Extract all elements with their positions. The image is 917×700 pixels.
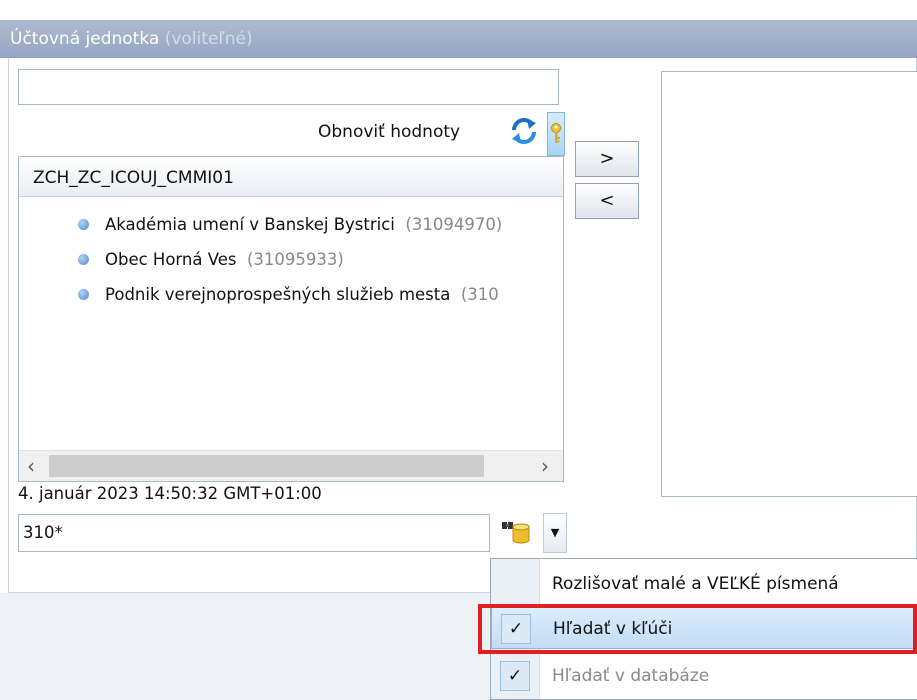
scroll-right-icon[interactable]: › — [541, 453, 549, 479]
highlight-annotation — [478, 604, 917, 654]
key-toggle-button[interactable] — [547, 112, 565, 156]
values-listbox[interactable]: ZCH_ZC_ICOUJ_CMMI01 Akadémia umení v Ban… — [18, 156, 564, 482]
scroll-left-icon[interactable]: ‹ — [27, 453, 35, 479]
list-item[interactable]: Akadémia umení v Banskej Bystrici (31094… — [19, 207, 563, 242]
list-item[interactable]: Obec Horná Ves (31095933) — [19, 242, 563, 277]
list-items: Akadémia umení v Banskej Bystrici (31094… — [19, 207, 563, 312]
item-name: Obec Horná Ves — [105, 250, 237, 269]
section-title: Účtovná jednotka — [10, 29, 160, 49]
item-code: (31095933) — [247, 250, 344, 269]
bullet-icon — [78, 219, 89, 230]
list-header: ZCH_ZC_ICOUJ_CMMI01 — [19, 157, 563, 197]
key-icon — [551, 123, 561, 143]
menu-item-case-sensitive[interactable]: Rozlišovať malé a VEĽKÉ písmená — [491, 563, 917, 605]
item-name: Akadémia umení v Banskej Bystrici — [105, 215, 395, 234]
filter-input[interactable] — [18, 69, 559, 105]
refresh-icon[interactable] — [509, 117, 539, 145]
menu-item-label: Hľadať v databáze — [552, 666, 710, 686]
database-search-icon — [502, 522, 530, 544]
horizontal-scrollbar[interactable]: ‹ › — [19, 450, 563, 481]
search-input[interactable]: 310* — [18, 514, 490, 552]
bullet-icon — [78, 254, 89, 265]
menu-item-search-in-database[interactable]: ✓ Hľadať v databáze — [491, 655, 917, 697]
bullet-icon — [78, 289, 89, 300]
scrollbar-thumb[interactable] — [49, 455, 484, 477]
timestamp: 4. január 2023 14:50:32 GMT+01:00 — [18, 484, 322, 503]
checkmark-icon: ✓ — [500, 661, 530, 691]
search-options-dropdown[interactable]: ▼ — [543, 513, 567, 553]
chevron-down-icon: ▼ — [550, 526, 560, 539]
list-item[interactable]: Podnik verejnoprospešných služieb mesta … — [19, 277, 563, 312]
menu-item-label: Rozlišovať malé a VEĽKÉ písmená — [552, 574, 839, 594]
move-left-button[interactable]: < — [575, 183, 639, 219]
item-code: (310 — [460, 285, 499, 304]
move-right-button[interactable]: > — [575, 141, 639, 177]
item-name: Podnik verejnoprospešných služieb mesta — [105, 285, 451, 304]
optional-label: (voliteľné) — [164, 29, 253, 49]
selected-values-box[interactable] — [661, 71, 917, 497]
search-button[interactable] — [490, 513, 542, 553]
section-header: Účtovná jednotka (voliteľné) — [0, 20, 917, 58]
item-code: (31094970) — [405, 215, 503, 234]
refresh-label: Obnoviť hodnoty — [318, 122, 461, 142]
